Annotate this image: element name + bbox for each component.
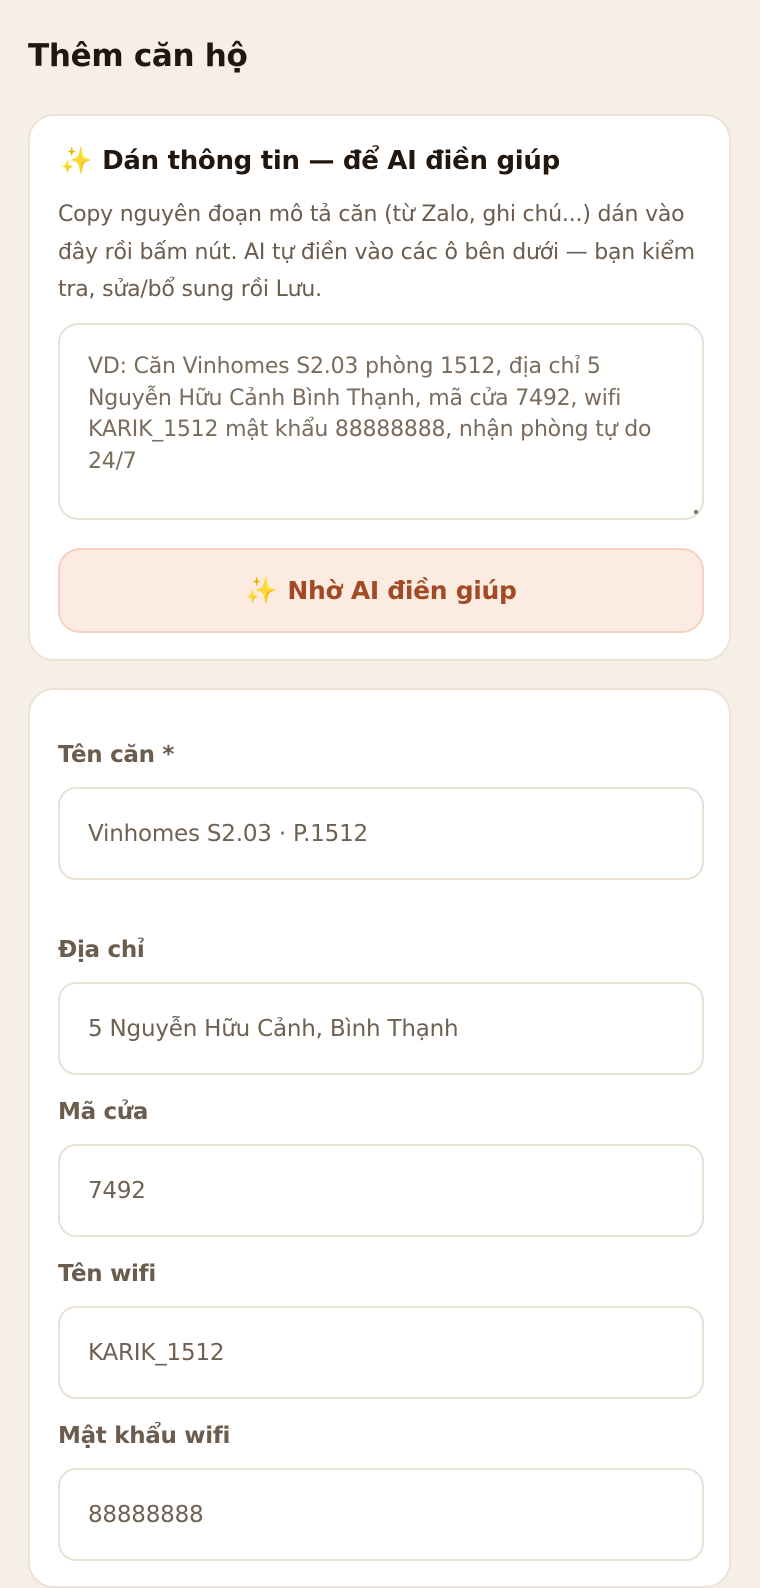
page-title: Thêm căn hộ (28, 38, 248, 74)
door-code-input[interactable] (58, 1144, 704, 1237)
ai-card-title-text: Dán thông tin — để AI điền giúp (102, 146, 560, 176)
sparkles-icon: ✨ (245, 575, 278, 606)
ai-autofill-card: ✨ Dán thông tin — để AI điền giúp Copy n… (28, 114, 731, 661)
address-label: Địa chỉ (58, 937, 145, 963)
apartment-name-input[interactable] (58, 787, 704, 880)
door-code-label: Mã cửa (58, 1099, 149, 1125)
wifi-name-input[interactable] (58, 1306, 704, 1399)
paste-description-textarea[interactable] (58, 323, 704, 520)
wifi-password-label: Mật khẩu wifi (58, 1423, 231, 1449)
apartment-name-label: Tên căn * (58, 742, 175, 768)
sparkles-icon: ✨ (60, 146, 93, 176)
wifi-name-label: Tên wifi (58, 1261, 156, 1287)
ai-card-title: ✨ Dán thông tin — để AI điền giúp (60, 146, 560, 176)
wifi-password-input[interactable] (58, 1468, 704, 1561)
textarea-resize-handle[interactable] (694, 510, 698, 514)
ai-card-description: Copy nguyên đoạn mô tả căn (từ Zalo, ghi… (58, 202, 695, 302)
apartment-form-card: Tên căn * Địa chỉ Mã cửa Tên wifi Mật kh… (28, 688, 731, 1588)
ai-fill-button[interactable]: ✨ Nhờ AI điền giúp (58, 548, 704, 633)
address-input[interactable] (58, 982, 704, 1075)
ai-fill-button-label: Nhờ AI điền giúp (287, 576, 517, 605)
